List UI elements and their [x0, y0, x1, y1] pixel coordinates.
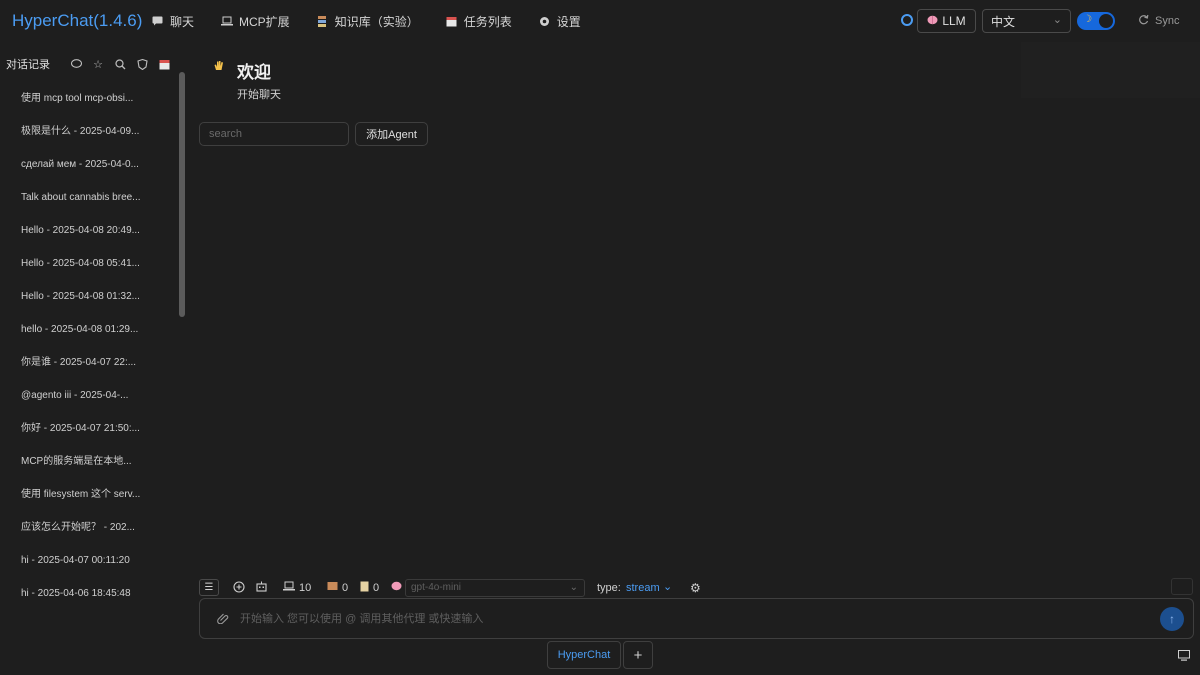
- new-chat-icon[interactable]: [233, 581, 245, 593]
- scrollbar-thumb[interactable]: [179, 72, 185, 317]
- books-icon: [316, 15, 329, 28]
- sync-icon: [1138, 14, 1149, 28]
- sidebar-toggle-icon[interactable]: ☰: [199, 579, 219, 596]
- tools-count[interactable]: 10: [283, 581, 311, 594]
- agent-search-input[interactable]: [199, 122, 349, 146]
- conversation-item[interactable]: hi - 2025-04-06 18:45:48: [12, 577, 175, 610]
- type-value[interactable]: stream: [626, 582, 660, 594]
- toggle-knob: [1099, 14, 1113, 28]
- nav-tasks-label: 任务列表: [463, 14, 512, 29]
- conversation-item[interactable]: Hello - 2025-04-08 05:41...: [12, 247, 175, 280]
- chat-toolbar: ☰ 10 0 0 gpt-4o-mini ⌄ type: stream ⌄ ⚙: [199, 578, 1199, 598]
- gear-icon[interactable]: ⚙: [690, 581, 701, 595]
- resources-count[interactable]: 0: [327, 581, 348, 594]
- moon-icon: ☽: [1083, 14, 1092, 25]
- top-bar: HyperChat(1.4.6) 聊天 MCP扩展 知识库（实验） 任务列表 设…: [0, 0, 1200, 42]
- sync-button[interactable]: Sync: [1138, 14, 1179, 28]
- llm-label: LLM: [942, 14, 966, 28]
- language-select[interactable]: 中文 ⌄: [982, 9, 1071, 33]
- conversation-item[interactable]: 应该怎么开始呢？ - 202...: [12, 511, 175, 544]
- conversation-item[interactable]: hello - 2025-04-08 01:29...: [12, 313, 175, 346]
- conversation-item[interactable]: 你是谁 - 2025-04-07 22:...: [12, 346, 175, 379]
- sidebar-title: 对话记录: [6, 59, 50, 71]
- agent-icon[interactable]: [136, 58, 148, 70]
- chat-message-input[interactable]: [240, 609, 1140, 629]
- nav-settings-label: 设置: [556, 14, 581, 29]
- conversation-item[interactable]: hi - 2025-04-07 00:11:20: [12, 544, 175, 577]
- github-icon[interactable]: [901, 14, 913, 26]
- conversation-item[interactable]: @agento iii - 2025-04-...: [12, 379, 175, 412]
- nav-chat-label: 聊天: [170, 14, 195, 29]
- model-select-value: gpt-4o-mini: [411, 582, 462, 593]
- nav-tasks[interactable]: 任务列表: [445, 13, 512, 30]
- conversation-item[interactable]: Talk about cannabis bree...: [12, 181, 175, 214]
- conversation-item[interactable]: 你好 - 2025-04-07 21:50:...: [12, 412, 175, 445]
- laptop-icon: [220, 15, 233, 28]
- background-panel: [1021, 42, 1200, 98]
- gear-icon: [538, 15, 551, 28]
- nav-settings[interactable]: 设置: [538, 13, 581, 30]
- chevron-down-icon: ⌄: [569, 582, 578, 593]
- conversation-item[interactable]: 使用 mcp tool mcp-obsi...: [12, 82, 175, 115]
- attachment-icon[interactable]: [217, 612, 229, 627]
- conversation-item[interactable]: MCP的服务端是在本地...: [12, 445, 175, 478]
- nav-chat[interactable]: 聊天: [151, 13, 194, 30]
- prompts-count-value: 0: [373, 582, 380, 594]
- resources-count-value: 0: [342, 581, 349, 594]
- resource-icon: [327, 581, 338, 594]
- sync-label: Sync: [1155, 15, 1180, 27]
- star-icon[interactable]: ☆: [92, 58, 104, 71]
- chat-bubble-icon: [151, 15, 164, 28]
- scroll-icon: [360, 581, 369, 595]
- sidebar-header: 对话记录 ☆: [6, 56, 180, 72]
- add-tab-button[interactable]: +: [623, 641, 653, 669]
- welcome-subtitle: 开始聊天: [237, 89, 281, 101]
- nav-mcp[interactable]: MCP扩展: [220, 13, 290, 30]
- waving-hand-icon: [213, 60, 225, 75]
- conversation-item[interactable]: Hello - 2025-04-08 20:49...: [12, 214, 175, 247]
- chat-filter-icon[interactable]: [70, 58, 82, 70]
- model-select[interactable]: gpt-4o-mini ⌄: [405, 579, 585, 597]
- welcome-title: 欢迎: [237, 63, 271, 82]
- chevron-down-icon: ⌄: [1052, 14, 1062, 26]
- conversation-item[interactable]: Hello - 2025-04-08 01:32...: [12, 280, 175, 313]
- app-title: HyperChat(1.4.6): [12, 11, 143, 30]
- robot-icon[interactable]: [256, 581, 267, 592]
- llm-button[interactable]: LLM: [917, 9, 976, 33]
- laptop-icon: [283, 581, 295, 594]
- conversation-list: 使用 mcp tool mcp-obsi... 极限是什么 - 2025-04-…: [12, 82, 175, 610]
- nav-knowledge[interactable]: 知识库（实验）: [316, 13, 419, 30]
- arrow-up-icon: ↑: [1169, 612, 1175, 626]
- monitor-icon[interactable]: [1178, 650, 1190, 664]
- search-icon[interactable]: [114, 58, 126, 70]
- conversation-item[interactable]: 极限是什么 - 2025-04-09...: [12, 115, 175, 148]
- calendar-icon[interactable]: [158, 58, 170, 70]
- calendar-icon: [445, 15, 458, 28]
- conversation-item[interactable]: сделай мем - 2025-04-0...: [12, 148, 175, 181]
- send-button[interactable]: ↑: [1160, 607, 1184, 631]
- sidebar-scrollbar[interactable]: [179, 72, 185, 612]
- chevron-down-icon[interactable]: ⌄: [663, 580, 672, 593]
- nav-knowledge-label: 知识库（实验）: [334, 14, 419, 29]
- brain-icon: [391, 581, 402, 591]
- theme-toggle[interactable]: ☽: [1077, 12, 1115, 30]
- prompts-count[interactable]: 0: [360, 581, 379, 595]
- tab-hyperchat[interactable]: HyperChat: [547, 641, 621, 669]
- tools-count-value: 10: [299, 581, 312, 594]
- nav-mcp-label: MCP扩展: [239, 14, 290, 29]
- language-value: 中文: [991, 14, 1016, 29]
- brain-icon: [927, 14, 938, 28]
- expand-icon[interactable]: [1171, 578, 1193, 595]
- add-agent-button[interactable]: 添加Agent: [355, 122, 428, 146]
- conversation-item[interactable]: 使用 filesystem 这个 serv...: [12, 478, 175, 511]
- conversation-sidebar: 对话记录 ☆ 使用 mcp tool mcp-obsi... 极限是什么 - 2…: [0, 50, 190, 640]
- type-label: type:: [597, 582, 621, 594]
- main-nav: 聊天 MCP扩展 知识库（实验） 任务列表 设置: [151, 0, 607, 42]
- chat-input-box: ↑: [199, 598, 1194, 639]
